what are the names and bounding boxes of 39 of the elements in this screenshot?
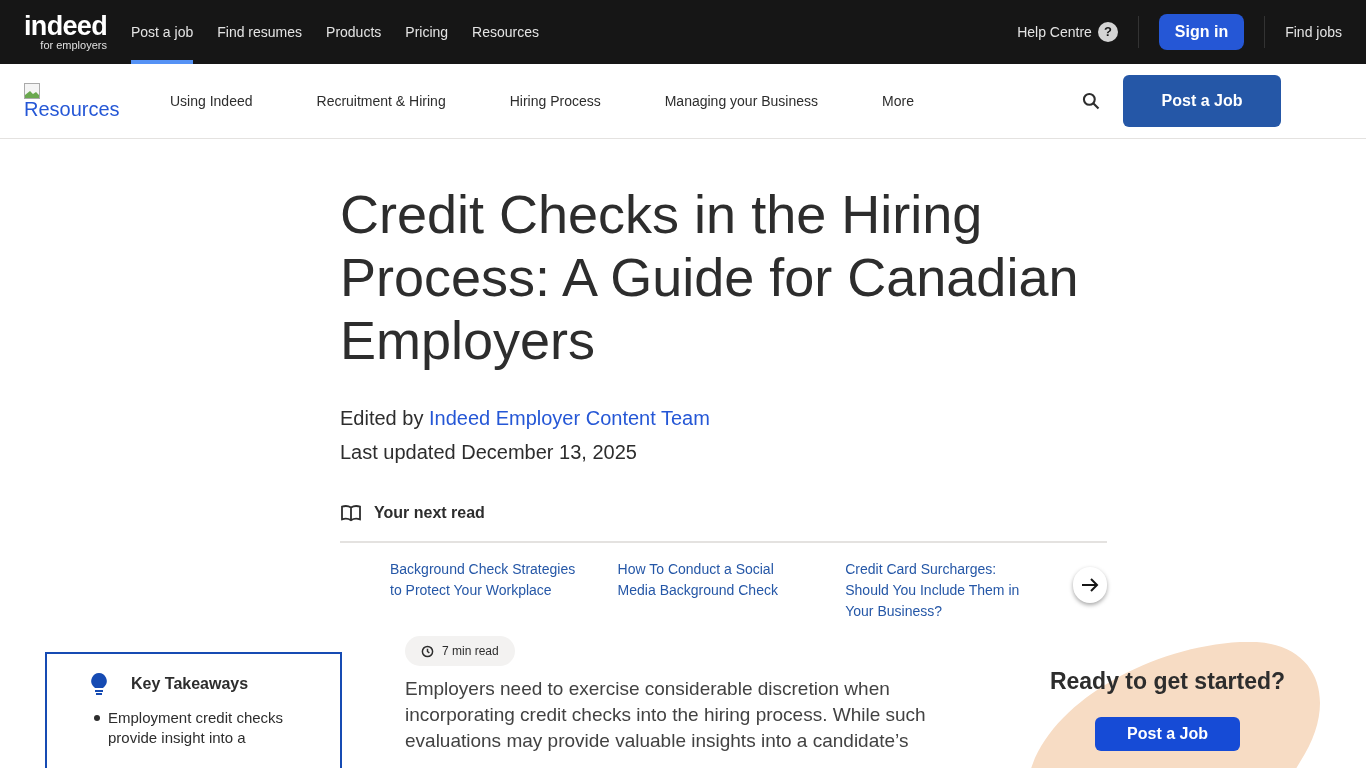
lightbulb-icon [89,672,109,696]
logo-wordmark: indeed [24,13,107,40]
editor-byline: Edited by Indeed Employer Content Team [340,406,711,431]
resources-logo[interactable]: Resources [24,83,170,119]
cta-post-job-button[interactable]: Post a Job [1095,716,1240,751]
subnav-link[interactable]: Hiring Process [509,90,601,112]
editor-link[interactable]: Indeed Employer Content Team [428,407,710,429]
key-takeaways-heading: Key Takeaways [131,674,249,694]
last-updated: Last updated December 13, 2025 [340,440,638,465]
next-read-link[interactable]: Credit Card Surcharges: Should You Include Them in Your Business? [845,559,1039,622]
logo-tagline: for employers [40,40,107,51]
clock-icon [421,644,434,658]
find-jobs-link[interactable]: Find jobs [1265,0,1342,64]
sign-in-button[interactable]: Sign in [1158,14,1245,50]
help-centre-link[interactable]: Help Centre ? [1017,16,1139,48]
next-arrow-button[interactable] [1072,567,1107,603]
nav-link[interactable]: Post a job [130,0,194,64]
subnav-link[interactable]: Recruitment & Hiring [316,90,446,112]
post-job-button[interactable]: Post a Job [1123,75,1281,127]
broken-image-icon [24,83,40,99]
intro-paragraph: Employers need to exercise considerable discretion when incorporating credit checks into the hiring process. While such evaluations may provide valuable insights into a candidate’s [405,677,927,753]
next-read-heading: Your next read [374,503,485,523]
takeaway-text: Employment credit checks provide insight into a [108,708,285,748]
nav-link[interactable]: Products [326,0,382,64]
nav-link[interactable]: Pricing [405,0,449,64]
arrow-right-icon [1079,577,1100,593]
cta-heading: Ready to get started? [1049,667,1286,696]
search-icon[interactable] [1081,91,1101,111]
subnav-link[interactable]: More [882,90,914,112]
subnav-link[interactable]: Using Indeed [170,90,253,112]
read-time-badge: 7 min read [405,636,515,666]
book-icon [340,504,362,522]
article-title: Credit Checks in the Hiring Process: A Guide for Canadian Employers [340,183,1080,372]
subnav-link[interactable]: Managing your Business [664,90,818,112]
next-read-link[interactable]: Background Check Strategies to Protect Your Workplace [390,559,584,601]
nav-link[interactable]: Resources [472,0,539,64]
nav-link[interactable]: Find resumes [217,0,303,64]
indeed-logo[interactable]: indeed for employers [24,0,107,64]
next-read-link[interactable]: How To Conduct a Social Media Background Check [617,559,812,601]
